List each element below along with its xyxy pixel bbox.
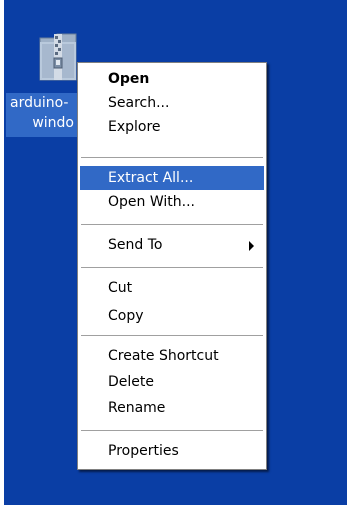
menu-item-create-shortcut[interactable]: Create Shortcut — [80, 344, 264, 368]
menu-item-copy[interactable]: Copy — [80, 304, 264, 328]
zipped-folder-icon — [39, 33, 77, 81]
menu-separator — [81, 267, 263, 268]
menu-separator — [81, 157, 263, 158]
menu-item-cut[interactable]: Cut — [80, 276, 264, 300]
zip-folder-icon[interactable] — [38, 30, 78, 82]
menu-separator — [81, 335, 263, 336]
menu-item-open[interactable]: Open — [80, 67, 264, 91]
desktop-icon-label[interactable]: arduino- windo — [6, 93, 78, 137]
menu-item-properties[interactable]: Properties — [80, 439, 264, 463]
desktop[interactable]: arduino- windo Open Search... Explore Ex… — [4, 0, 347, 505]
menu-item-send-to-label: Send To — [108, 237, 163, 253]
menu-item-explore[interactable]: Explore — [80, 115, 264, 139]
menu-item-extract-all[interactable]: Extract All... — [80, 166, 264, 190]
menu-item-open-with[interactable]: Open With... — [80, 190, 264, 214]
icon-label-line1: arduino- — [10, 95, 69, 111]
menu-separator — [81, 430, 263, 431]
menu-separator — [81, 224, 263, 225]
menu-item-search[interactable]: Search... — [80, 91, 264, 115]
menu-item-send-to[interactable]: Send To — [80, 233, 264, 257]
context-menu: Open Search... Explore Extract All... Op… — [77, 62, 267, 470]
submenu-arrow-icon — [249, 241, 254, 251]
menu-item-rename[interactable]: Rename — [80, 396, 264, 420]
icon-label-line2: windo — [32, 115, 74, 131]
menu-item-delete[interactable]: Delete — [80, 370, 264, 394]
